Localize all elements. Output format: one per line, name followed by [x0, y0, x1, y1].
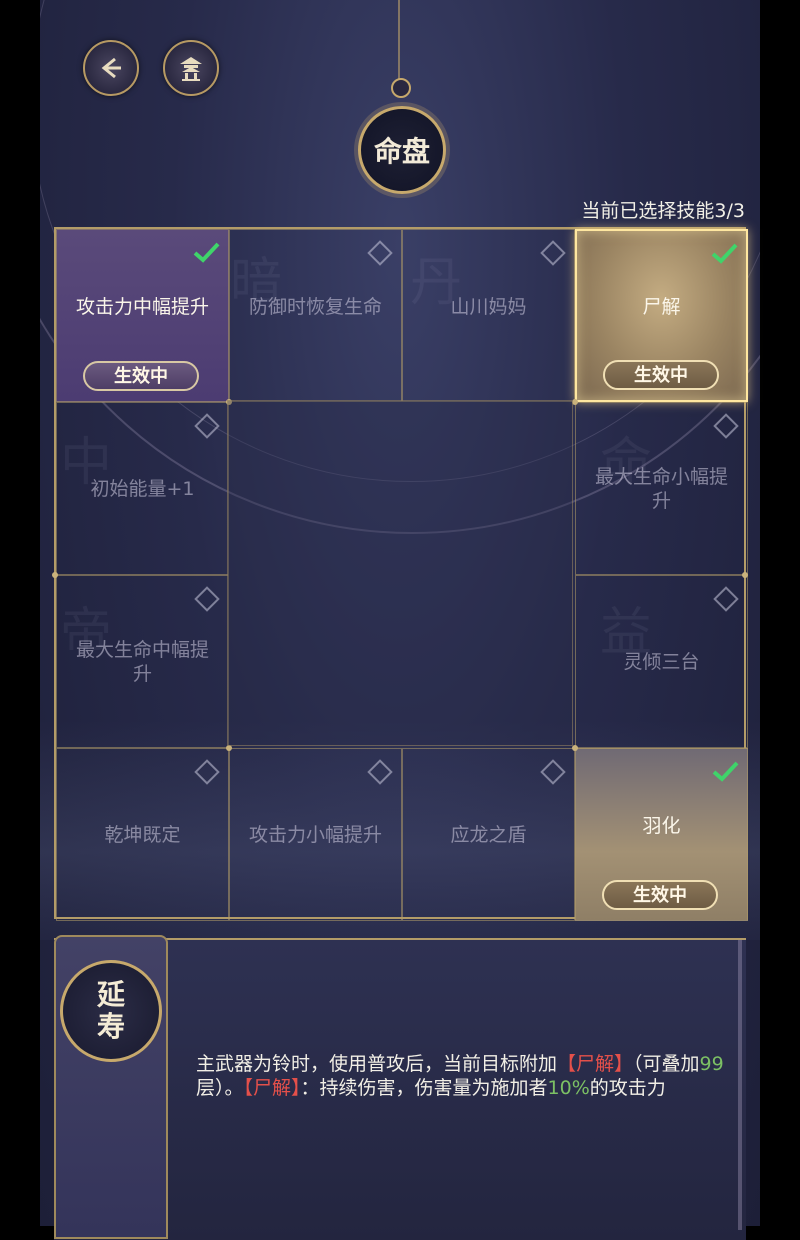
- seal-char-2: 寿: [96, 1010, 125, 1043]
- skill-label: 应龙之盾: [450, 823, 527, 846]
- skill-label: 乾坤既定: [104, 823, 181, 846]
- diamond-icon: [540, 759, 566, 785]
- center-empty-area: [227, 400, 573, 746]
- checkmark-icon: [711, 243, 738, 264]
- desc-text: 层）。: [196, 1077, 244, 1099]
- grid-node: [742, 572, 748, 578]
- skill-cell[interactable]: 最大生命小幅提升: [575, 402, 748, 575]
- home-button[interactable]: [163, 40, 219, 96]
- desc-text: （可叠加: [633, 1053, 700, 1075]
- desc-tag: 【尸解】: [243, 1077, 301, 1099]
- diamond-icon: [713, 413, 739, 439]
- page-title: 命盘: [373, 135, 430, 168]
- skill-label: 羽化: [642, 814, 681, 837]
- desc-stack-value: 99: [699, 1053, 724, 1075]
- skill-label: 最大生命中幅提升: [75, 638, 209, 685]
- diamond-icon: [194, 759, 220, 785]
- emblem-chain: [398, 0, 400, 80]
- grid-node: [52, 572, 58, 578]
- skill-cell[interactable]: 最大生命中幅提升: [56, 575, 229, 748]
- back-arrow-icon: [101, 57, 121, 79]
- active-badge: 生效中: [83, 361, 199, 391]
- skill-cell[interactable]: 防御时恢复生命: [229, 229, 402, 402]
- skill-description: 主武器为铃时，使用普攻后，当前目标附加【尸解】（可叠加99层）。【尸解】：持续伤…: [196, 1052, 726, 1100]
- skill-label: 最大生命小幅提升: [594, 465, 728, 512]
- skill-cell[interactable]: 羽化 生效中: [575, 748, 748, 921]
- diamond-icon: [540, 240, 566, 266]
- skill-cell[interactable]: 尸解 生效中: [575, 229, 748, 402]
- skill-label: 灵倾三台: [623, 650, 700, 673]
- skill-label: 尸解: [642, 295, 681, 318]
- seal-char-1: 延: [96, 978, 125, 1011]
- emblem-knob: [391, 78, 411, 98]
- detail-scrollbar[interactable]: [738, 940, 742, 1230]
- skill-label: 攻击力小幅提升: [248, 823, 382, 846]
- skill-label: 初始能量+1: [90, 477, 195, 500]
- skill-cell[interactable]: 乾坤既定: [56, 748, 229, 921]
- selection-count: 当前已选择技能3/3: [581, 200, 745, 222]
- diamond-icon: [367, 759, 393, 785]
- skill-cell[interactable]: 攻击力中幅提升 生效中: [56, 229, 229, 402]
- checkmark-icon: [193, 242, 220, 263]
- pavilion-icon: [180, 57, 202, 81]
- skill-cell[interactable]: 初始能量+1: [56, 402, 229, 575]
- active-badge: 生效中: [603, 360, 719, 390]
- diamond-icon: [367, 240, 393, 266]
- desc-text: 主武器为铃时，使用普攻后，当前目标附加: [196, 1053, 558, 1075]
- skill-name-seal: 延 寿: [60, 960, 162, 1062]
- page-title-emblem: 命盘: [358, 106, 446, 194]
- desc-percent-value: 10%: [547, 1077, 590, 1099]
- skill-cell[interactable]: 攻击力小幅提升: [229, 748, 402, 921]
- back-button[interactable]: [83, 40, 139, 96]
- diamond-icon: [713, 586, 739, 612]
- skill-cell[interactable]: 山川妈妈: [402, 229, 575, 402]
- desc-tag: 【尸解】: [557, 1053, 634, 1075]
- checkmark-icon: [712, 761, 739, 782]
- desc-text: ：持续伤害，伤害量为施加者: [300, 1077, 548, 1099]
- diamond-icon: [194, 586, 220, 612]
- skill-cell[interactable]: 灵倾三台: [575, 575, 748, 748]
- skill-cell[interactable]: 应龙之盾: [402, 748, 575, 921]
- diamond-icon: [194, 413, 220, 439]
- screen: 阳 暗 丹 中 命 帝 益 命盘 当前已选择技能3/3 攻击力中幅提升: [0, 0, 800, 1240]
- desc-text: 的攻击力: [589, 1077, 666, 1099]
- skill-label: 防御时恢复生命: [248, 295, 382, 318]
- skill-label: 山川妈妈: [450, 295, 527, 318]
- skill-label: 攻击力中幅提升: [75, 295, 209, 318]
- active-badge: 生效中: [602, 880, 718, 910]
